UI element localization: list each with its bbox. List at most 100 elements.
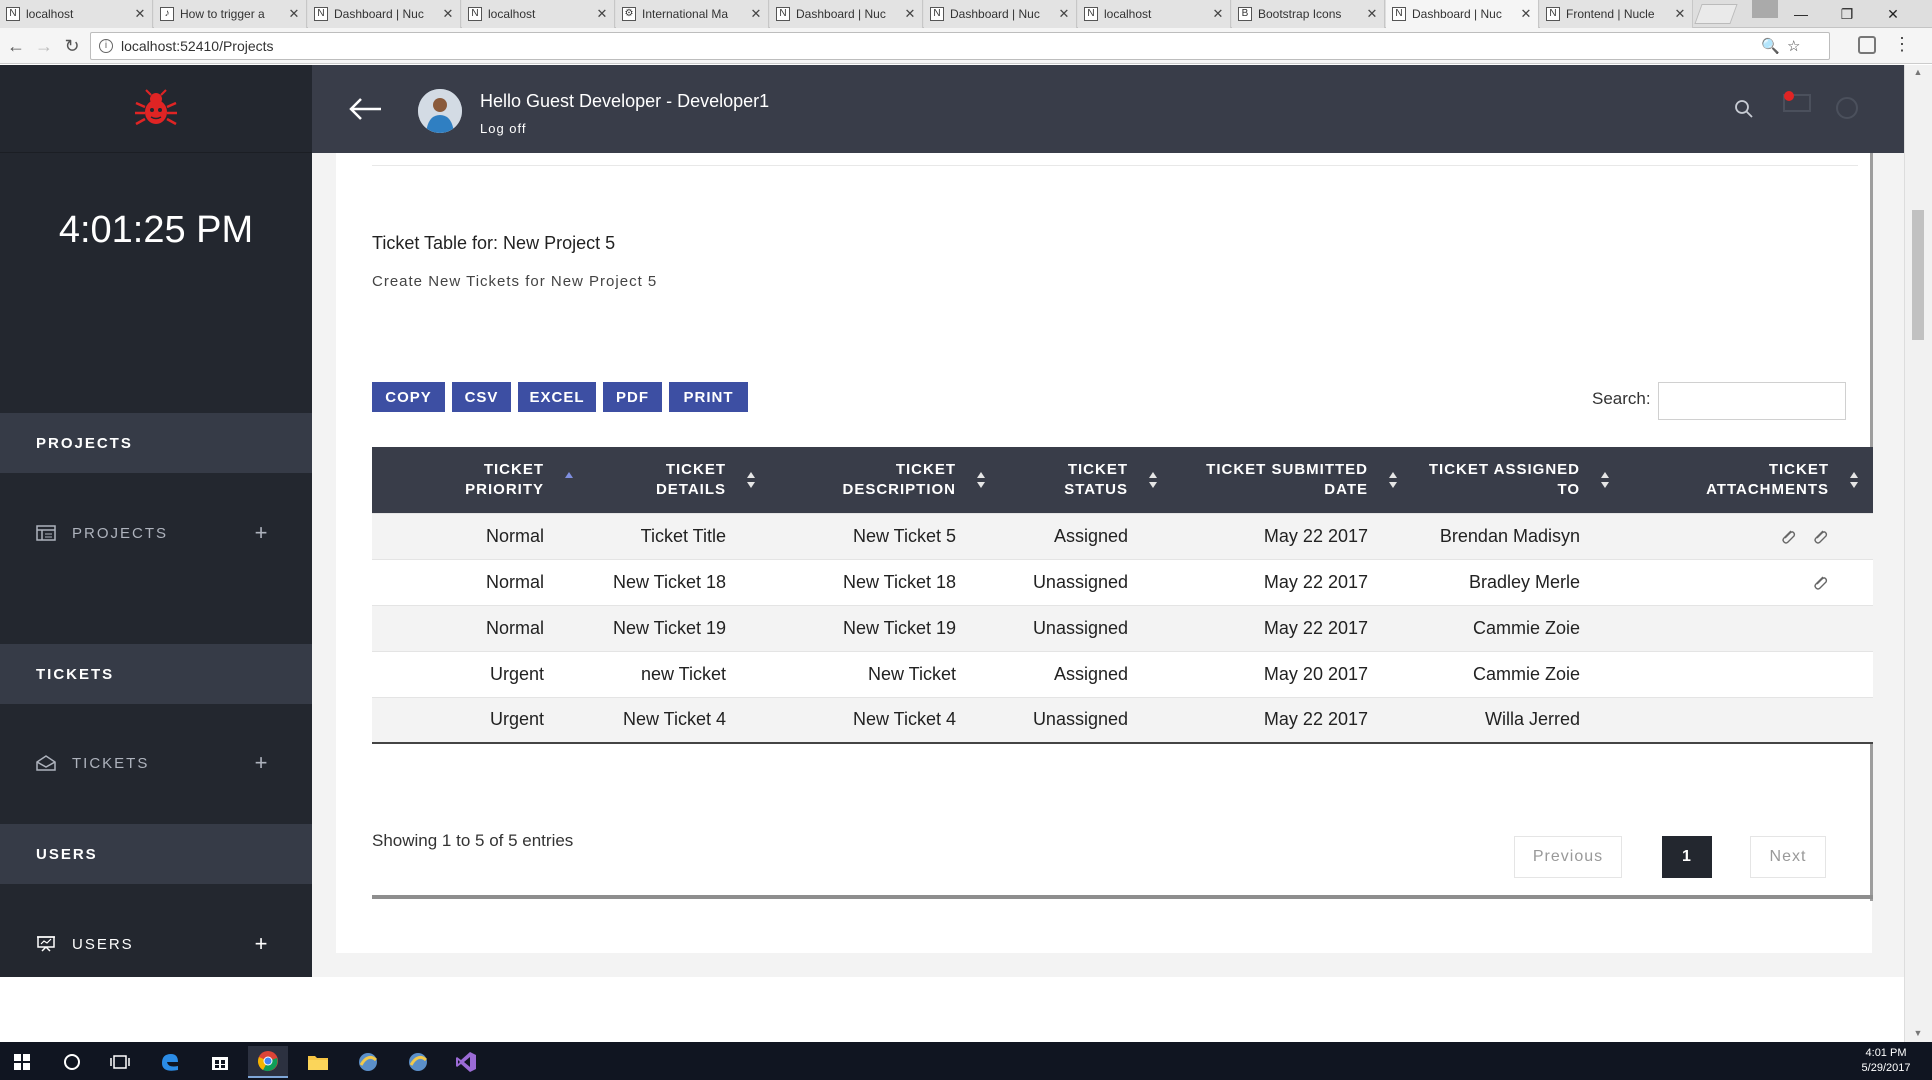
browser-tab[interactable]: ⚙ International Ma ✕ xyxy=(616,0,769,28)
extension-icon[interactable] xyxy=(1858,36,1876,54)
nav-header-projects: PROJECTS xyxy=(0,413,312,473)
csv-button[interactable]: CSV xyxy=(452,382,511,412)
restore-icon[interactable]: ❐ xyxy=(1824,0,1870,28)
app-icon-2[interactable] xyxy=(398,1046,438,1078)
scroll-down-icon[interactable]: ▼ xyxy=(1912,1028,1924,1040)
column-header[interactable]: TICKET SUBMITTED DATE xyxy=(1172,447,1412,513)
column-header[interactable]: TICKET DESCRIPTION xyxy=(770,447,1000,513)
column-header[interactable]: TICKET PRIORITY xyxy=(372,447,588,513)
page-scrollbar[interactable]: ▲ ▼ xyxy=(1904,65,1932,1042)
browser-tab[interactable]: Nlocalhost ✕ xyxy=(462,0,615,28)
edge-icon[interactable] xyxy=(150,1046,190,1078)
notification-icon[interactable] xyxy=(1782,91,1812,113)
zoom-icon[interactable]: 🔍 xyxy=(1761,33,1780,59)
sort-icon[interactable] xyxy=(1849,470,1859,490)
paperclip-icon[interactable] xyxy=(1811,528,1829,546)
table-row[interactable]: Normal New Ticket 18 New Ticket 18 Unassign… xyxy=(372,558,1873,605)
column-header[interactable]: TICKET DETAILS xyxy=(588,447,770,513)
sort-icon[interactable] xyxy=(746,470,756,490)
tab-close-icon[interactable]: ✕ xyxy=(1364,6,1380,22)
back-icon[interactable]: ← xyxy=(4,34,28,58)
create-tickets-link[interactable]: Create New Tickets for New Project 5 xyxy=(372,273,657,290)
sort-icon[interactable] xyxy=(1388,470,1398,490)
table-row[interactable]: Normal New Ticket 19 New Ticket 19 Unassign… xyxy=(372,604,1873,651)
tab-close-icon[interactable]: ✕ xyxy=(440,6,456,22)
new-tab-button[interactable] xyxy=(1694,4,1738,24)
sort-icon[interactable] xyxy=(1148,470,1158,490)
add-project-icon[interactable]: + xyxy=(252,520,272,546)
taskbar-clock[interactable]: 4:01 PM 5/29/2017 xyxy=(1846,1046,1926,1076)
pdf-button[interactable]: PDF xyxy=(603,382,662,412)
print-button[interactable]: PRINT xyxy=(669,382,748,412)
paperclip-icon[interactable] xyxy=(1811,574,1829,592)
tab-close-icon[interactable]: ✕ xyxy=(1518,6,1534,22)
sort-icon[interactable] xyxy=(976,470,986,490)
bug-logo-icon[interactable] xyxy=(0,65,312,153)
tab-close-icon[interactable]: ✕ xyxy=(748,6,764,22)
windows-start-icon[interactable] xyxy=(2,1046,42,1078)
sidebar-item-tickets[interactable]: TICKETS + xyxy=(0,743,312,783)
browser-tab[interactable]: N Dashboard | Nuc ✕ xyxy=(924,0,1077,28)
back-arrow-icon[interactable] xyxy=(348,95,384,123)
sidebar-item-users[interactable]: USERS + xyxy=(0,924,312,964)
copy-button[interactable]: COPY xyxy=(372,382,445,412)
cortana-icon[interactable] xyxy=(52,1046,92,1078)
browser-tab[interactable]: ♪ How to trigger a ✕ xyxy=(154,0,307,28)
search-input[interactable] xyxy=(1658,382,1846,420)
visual-studio-icon[interactable] xyxy=(446,1046,486,1078)
tickets-table: TICKET PRIORITY TICKET DETAILS TICKET DESCRIP… xyxy=(372,447,1873,744)
tab-favicon-icon: N xyxy=(1546,7,1560,21)
tab-close-icon[interactable]: ✕ xyxy=(594,6,610,22)
bookmark-star-icon[interactable]: ☆ xyxy=(1787,33,1800,59)
paperclip-icon[interactable] xyxy=(1779,528,1797,546)
task-view-icon[interactable] xyxy=(100,1046,140,1078)
logoff-link[interactable]: Log off xyxy=(480,121,527,136)
reload-icon[interactable]: ↻ xyxy=(60,34,84,58)
sidebar-item-projects[interactable]: PROJECTS + xyxy=(0,513,312,553)
tab-close-icon[interactable]: ✕ xyxy=(902,6,918,22)
info-icon[interactable]: i xyxy=(99,39,113,53)
excel-button[interactable]: EXCEL xyxy=(518,382,596,412)
power-icon[interactable] xyxy=(1836,97,1858,119)
tab-close-icon[interactable]: ✕ xyxy=(1672,6,1688,22)
browser-tab[interactable]: Nlocalhost ✕ xyxy=(0,0,153,28)
tab-close-icon[interactable]: ✕ xyxy=(132,6,148,22)
address-bar[interactable]: i localhost:52410/Projects 🔍 ☆ xyxy=(90,32,1830,60)
column-header[interactable]: TICKET ASSIGNED TO xyxy=(1412,447,1624,513)
table-row[interactable]: Urgent New Ticket 4 New Ticket 4 Unassigned… xyxy=(372,696,1873,744)
store-icon[interactable] xyxy=(200,1046,240,1078)
table-row[interactable]: Urgent new Ticket New Ticket Assigned May 20… xyxy=(372,650,1873,697)
avatar[interactable] xyxy=(418,89,462,133)
forward-icon[interactable]: → xyxy=(32,34,56,58)
sort-ascending-icon[interactable] xyxy=(564,470,574,490)
column-header[interactable]: TICKET ATTACHMENTS xyxy=(1624,447,1873,513)
scroll-thumb[interactable] xyxy=(1912,210,1924,340)
close-window-icon[interactable]: ✕ xyxy=(1870,0,1916,28)
profile-icon[interactable] xyxy=(1752,0,1778,18)
browser-tab[interactable]: Nlocalhost ✕ xyxy=(1078,0,1231,28)
tab-close-icon[interactable]: ✕ xyxy=(1056,6,1072,22)
tab-close-icon[interactable]: ✕ xyxy=(1210,6,1226,22)
chrome-icon[interactable] xyxy=(248,1046,288,1078)
browser-tab[interactable]: B Bootstrap Icons ✕ xyxy=(1232,0,1385,28)
previous-page-button[interactable]: Previous xyxy=(1514,836,1622,878)
sort-icon[interactable] xyxy=(1600,470,1610,490)
sidebar-clock: 4:01:25 PM xyxy=(58,209,254,251)
table-row[interactable]: Normal Ticket Title New Ticket 5 Assigned Ma… xyxy=(372,512,1873,559)
next-page-button[interactable]: Next xyxy=(1750,836,1826,878)
file-explorer-icon[interactable] xyxy=(298,1046,338,1078)
search-icon[interactable] xyxy=(1734,99,1754,119)
app-icon-1[interactable] xyxy=(348,1046,388,1078)
browser-tab[interactable]: N Dashboard | Nuc ✕ xyxy=(308,0,461,28)
browser-tab[interactable]: N Frontend | Nucle ✕ xyxy=(1540,0,1693,28)
browser-menu-icon[interactable]: ⋮ xyxy=(1892,34,1912,58)
column-header[interactable]: TICKET STATUS xyxy=(1000,447,1172,513)
scroll-up-icon[interactable]: ▲ xyxy=(1912,67,1924,79)
tab-close-icon[interactable]: ✕ xyxy=(286,6,302,22)
add-ticket-icon[interactable]: + xyxy=(252,750,272,776)
add-user-icon[interactable]: + xyxy=(252,931,272,957)
browser-tab[interactable]: N Dashboard | Nuc ✕ xyxy=(770,0,923,28)
page-1-button[interactable]: 1 xyxy=(1662,836,1712,878)
browser-tab[interactable]: N Dashboard | Nuc ✕ xyxy=(1386,0,1539,28)
minimize-icon[interactable]: — xyxy=(1778,0,1824,28)
